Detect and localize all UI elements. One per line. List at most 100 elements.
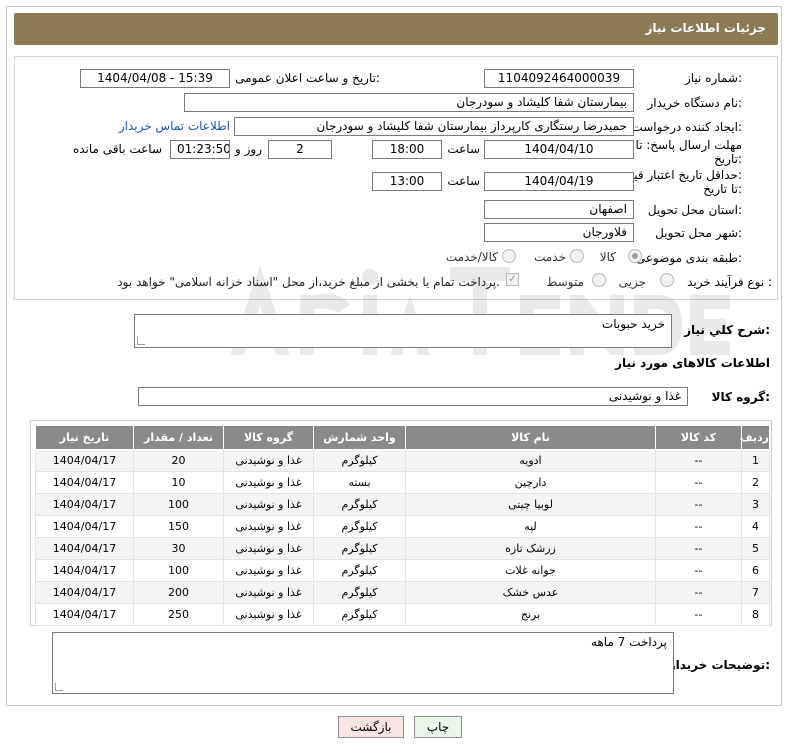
cell-quantity: 150: [133, 515, 224, 538]
cell-need-date: 1404/04/17: [35, 537, 134, 560]
table-row: 1 -- ادویه کیلوگرم غذا و نوشیدنی 20 1404/04/17: [35, 449, 770, 472]
price-validity-date: 1404/04/19: [484, 172, 634, 191]
col-header-name: نام کالا: [405, 425, 656, 450]
cell-need-date: 1404/04/17: [35, 581, 134, 604]
cell-quantity: 20: [133, 449, 224, 472]
delivery-city-field: فلاورجان: [484, 223, 634, 242]
cell-need-date: 1404/04/17: [35, 603, 134, 626]
delivery-province-field: اصفهان: [484, 200, 634, 219]
cell-unit: کیلوگرم: [313, 559, 406, 582]
goods-group-field: غذا و نوشیدنی: [138, 387, 688, 406]
cell-quantity: 10: [133, 471, 224, 494]
response-time-label: ساعت: [447, 142, 480, 156]
response-deadline-time: 18:00: [372, 140, 442, 159]
days-label: روز و: [235, 142, 262, 156]
cell-need-date: 1404/04/17: [35, 449, 134, 472]
buyer-org-label: نام دستگاه خریدار:: [647, 96, 743, 110]
table-row: 4 -- لپه کیلوگرم غذا و نوشیدنی 150 1404/04/17: [35, 515, 770, 538]
response-deadline-date: 1404/04/10: [484, 140, 634, 159]
col-header-unit: واحد شمارش: [313, 425, 406, 450]
cell-item-code: --: [655, 493, 742, 516]
cell-row-number: 5: [741, 537, 770, 560]
cell-item-group: غذا و نوشیدنی: [223, 537, 314, 560]
cell-item-group: غذا و نوشیدنی: [223, 559, 314, 582]
cell-row-number: 1: [741, 449, 770, 472]
process-radio-medium[interactable]: [592, 273, 606, 287]
description-text: خرید حبوبات: [601, 317, 665, 331]
goods-info-title: اطلاعات کالاهای مورد نیاز: [615, 356, 770, 370]
cell-quantity: 250: [133, 603, 224, 626]
cell-item-code: --: [655, 537, 742, 560]
category-radio-goods-service[interactable]: [502, 249, 516, 263]
announce-datetime-field: 1404/04/08 - 15:39: [80, 69, 230, 88]
cell-need-date: 1404/04/17: [35, 559, 134, 582]
response-deadline-label-2: تاریخ:: [714, 152, 742, 166]
table-row: 8 -- برنج کیلوگرم غذا و نوشیدنی 250 1404/04/17: [35, 603, 770, 626]
process-minor-label: جزیی: [618, 275, 646, 289]
cell-item-group: غذا و نوشیدنی: [223, 471, 314, 494]
need-number-label: شماره نیاز:: [684, 71, 742, 85]
delivery-province-label: استان محل تحویل:: [647, 203, 742, 217]
buyer-contact-link[interactable]: اطلاعات تماس خریدار: [119, 119, 230, 133]
cell-unit: کیلوگرم: [313, 515, 406, 538]
buyer-notes-field: پرداخت 7 ماهه: [52, 632, 674, 694]
page-title: جزئیات اطلاعات نیاز: [645, 21, 766, 35]
table-row: 6 -- جوانه غلات کیلوگرم غذا و نوشیدنی 100 1404…: [35, 559, 770, 582]
cell-unit: کیلوگرم: [313, 449, 406, 472]
category-service-label: خدمت: [534, 250, 566, 264]
announce-datetime-label: تاریخ و ساعت اعلان عمومی:: [235, 71, 380, 85]
cell-item-group: غذا و نوشیدنی: [223, 581, 314, 604]
cell-item-code: --: [655, 559, 742, 582]
category-goods-service-label: کالا/خدمت: [445, 250, 498, 264]
cell-quantity: 30: [133, 537, 224, 560]
cell-item-code: --: [655, 515, 742, 538]
col-header-quantity: تعداد / مقدار: [133, 425, 224, 450]
category-radio-goods[interactable]: [628, 249, 642, 263]
cell-item-name: لپه: [405, 515, 656, 538]
category-goods-label: کالا: [599, 250, 616, 264]
cell-unit: کیلوگرم: [313, 603, 406, 626]
process-medium-label: متوسط: [546, 275, 584, 289]
table-row: 3 -- لوبیا چیتی کیلوگرم غذا و نوشیدنی 100 1404…: [35, 493, 770, 516]
goods-table-container: ردیف کد کالا نام کالا واحد شمارش گروه کا…: [30, 420, 772, 626]
col-header-code: کد کالا: [655, 425, 742, 450]
requester-label: ایجاد کننده درخواست:: [631, 120, 742, 134]
cell-unit: بسته: [313, 471, 406, 494]
cell-item-group: غذا و نوشیدنی: [223, 515, 314, 538]
cell-item-group: غذا و نوشیدنی: [223, 493, 314, 516]
buyer-notes-text: پرداخت 7 ماهه: [591, 635, 667, 649]
print-button[interactable]: چاپ: [414, 716, 462, 738]
price-validity-time: 13:00: [372, 172, 442, 191]
cell-quantity: 200: [133, 581, 224, 604]
cell-row-number: 3: [741, 493, 770, 516]
description-field: خرید حبوبات: [134, 314, 672, 348]
cell-item-name: لوبیا چیتی: [405, 493, 656, 516]
goods-group-label: گروه کالا:: [711, 390, 770, 404]
process-radio-minor[interactable]: [660, 273, 674, 287]
cell-row-number: 7: [741, 581, 770, 604]
table-row: 5 -- زرشک تازه کیلوگرم غذا و نوشیدنی 30 1404/0…: [35, 537, 770, 560]
resize-grip-icon: [137, 337, 145, 345]
cell-quantity: 100: [133, 559, 224, 582]
goods-table: ردیف کد کالا نام کالا واحد شمارش گروه کا…: [35, 425, 770, 626]
price-validity-label: حداقل تاریخ اعتبار قیمت:: [615, 168, 742, 182]
cell-item-name: دارچین: [405, 471, 656, 494]
requester-field: حمیدرضا رستگاری کارپرداز بیمارستان شفا ک…: [234, 117, 634, 136]
category-radio-service[interactable]: [570, 249, 584, 263]
price-validity-label-2: تا تاریخ:: [703, 182, 742, 196]
treasury-payment-checkbox[interactable]: ✓: [506, 273, 519, 286]
back-button[interactable]: بازگشت: [338, 716, 404, 738]
cell-unit: کیلوگرم: [313, 581, 406, 604]
remaining-time-field: 01:23:50: [170, 140, 230, 159]
need-number-field: 1104092464000039: [484, 69, 634, 88]
page-header: جزئیات اطلاعات نیاز: [14, 13, 778, 45]
cell-row-number: 2: [741, 471, 770, 494]
cell-item-name: عدس خشک: [405, 581, 656, 604]
price-validity-time-label: ساعت: [447, 174, 480, 188]
remaining-time-label: ساعت باقی مانده: [72, 142, 162, 156]
cell-quantity: 100: [133, 493, 224, 516]
category-label: طبقه بندی موضوعی:: [635, 251, 742, 265]
cell-item-code: --: [655, 471, 742, 494]
cell-need-date: 1404/04/17: [35, 471, 134, 494]
cell-item-name: جوانه غلات: [405, 559, 656, 582]
